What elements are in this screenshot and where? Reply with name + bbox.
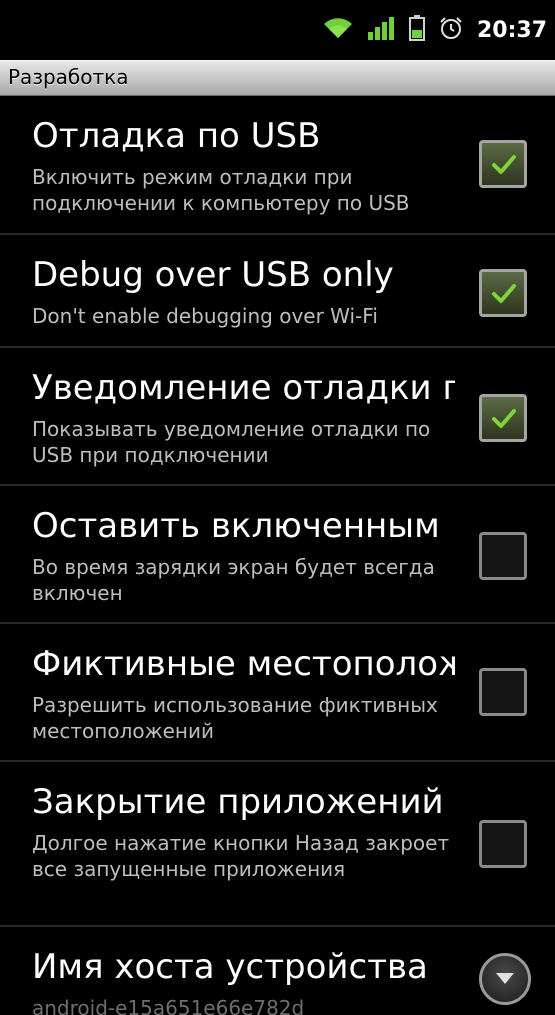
check-icon <box>492 284 516 303</box>
setting-stay-awake[interactable]: Оставить включенным Во время зарядки экр… <box>0 486 555 624</box>
usb-debugging-checkbox[interactable] <box>479 140 527 188</box>
setting-usb-debugging[interactable]: Отладка по USB Включить режим отладки пр… <box>0 96 555 235</box>
signal-icon <box>367 16 395 44</box>
setting-summary: Во время зарядки экран будет всегда вклю… <box>32 555 435 605</box>
screen-title: Разработка <box>8 65 129 89</box>
setting-summary: Показывать уведомление отладки по USB пр… <box>32 417 431 467</box>
debug-notification-checkbox[interactable] <box>479 394 527 442</box>
close-apps-checkbox[interactable] <box>479 820 527 868</box>
setting-close-apps[interactable]: Закрытие приложений Долгое нажатие кнопк… <box>0 762 555 927</box>
wifi-icon <box>323 16 353 44</box>
setting-summary: Долгое нажатие кнопки Назад закроет все … <box>32 831 450 881</box>
hostname-title: Имя хоста устройства <box>32 947 428 987</box>
setting-mock-locations[interactable]: Фиктивные местоположе Разрешить использо… <box>0 624 555 762</box>
setting-summary: Don't enable debugging over Wi-Fi <box>32 304 378 328</box>
setting-title: Фиктивные местоположе <box>32 644 455 684</box>
setting-device-hostname[interactable]: Имя хоста устройства android-e15a651e66e… <box>0 927 555 1015</box>
settings-list: Отладка по USB Включить режим отладки пр… <box>0 96 555 1015</box>
setting-title: Закрытие приложений <box>32 782 444 822</box>
debug-over-usb-only-checkbox[interactable] <box>479 269 527 317</box>
alarm-icon <box>439 16 463 44</box>
setting-summary: Включить режим отладки при подключении к… <box>32 165 410 215</box>
setting-summary: Разрешить использование фиктивных местоп… <box>32 693 438 743</box>
check-icon <box>492 409 516 428</box>
screen-header: Разработка <box>0 60 555 96</box>
battery-icon <box>408 15 425 45</box>
setting-debug-over-usb-only[interactable]: Debug over USB only Don't enable debuggi… <box>0 235 555 348</box>
setting-title: Debug over USB only <box>32 255 394 295</box>
status-bar: 20:37 <box>0 0 555 60</box>
hostname-value: android-e15a651e66e782d <box>32 996 305 1015</box>
mock-locations-checkbox[interactable] <box>479 668 527 716</box>
setting-debug-notification[interactable]: Уведомление отладки по Показывать уведом… <box>0 348 555 486</box>
clock-time: 20:37 <box>476 17 547 43</box>
setting-title: Оставить включенным <box>32 506 440 546</box>
hostname-dropdown-button[interactable] <box>479 953 531 1005</box>
check-icon <box>492 155 516 174</box>
setting-title: Уведомление отладки по <box>32 368 455 408</box>
chevron-down-icon <box>496 973 514 984</box>
stay-awake-checkbox[interactable] <box>479 532 527 580</box>
setting-title: Отладка по USB <box>32 116 321 156</box>
